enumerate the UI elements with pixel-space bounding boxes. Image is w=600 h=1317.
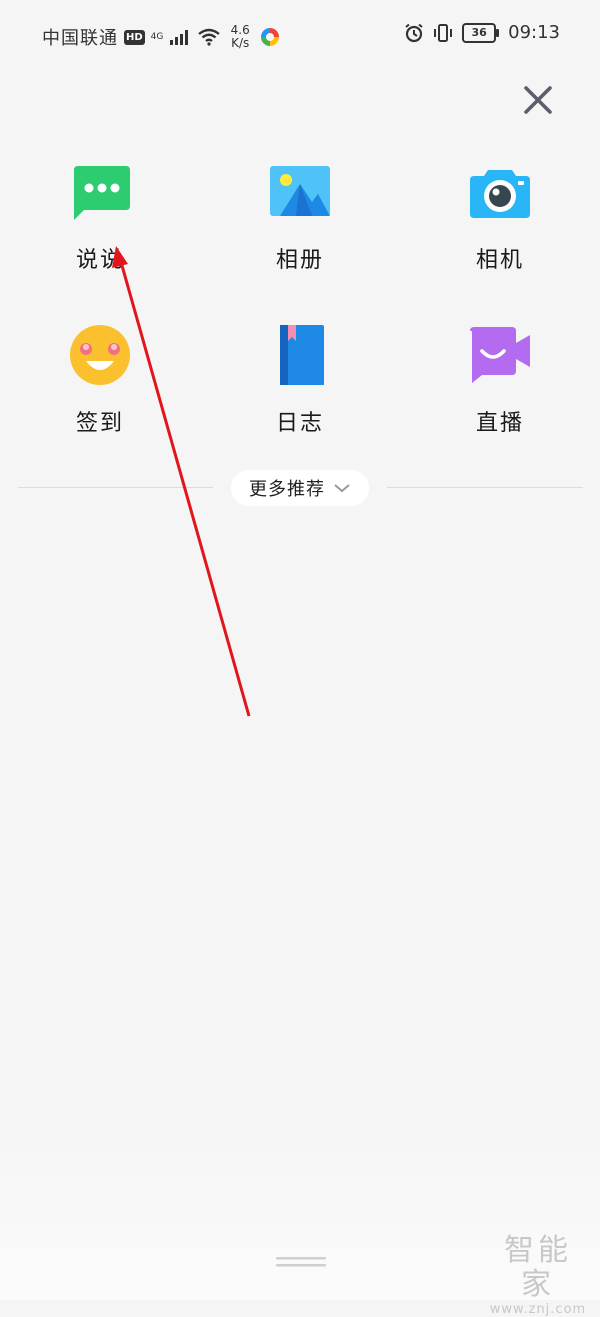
app-notification-icon — [260, 28, 279, 46]
action-label: 相机 — [475, 248, 524, 273]
hd-badge: HD — [124, 29, 145, 45]
action-label: 日志 — [275, 411, 324, 436]
battery-icon: 36 — [462, 22, 500, 43]
chat-bubble-icon — [74, 166, 130, 220]
watermark-brand: 智能家 — [504, 1233, 572, 1302]
speed-unit: K/s — [231, 36, 250, 50]
action-label: 相册 — [275, 248, 324, 273]
chevron-down-icon — [334, 484, 350, 493]
action-label: 直播 — [475, 411, 524, 436]
close-icon — [524, 86, 552, 114]
live-video-icon — [470, 327, 530, 383]
battery-level: 36 — [471, 26, 487, 39]
photo-album-icon — [270, 166, 330, 216]
speed-value: 4.6 — [230, 23, 250, 37]
action-album[interactable]: 相册 — [240, 160, 360, 274]
status-right: 36 09:13 — [404, 22, 560, 43]
action-live[interactable]: 直播 — [440, 323, 560, 437]
smiley-icon — [70, 325, 130, 385]
vibrate-icon — [434, 23, 453, 42]
action-label: 签到 — [75, 411, 124, 436]
close-button[interactable] — [518, 80, 558, 120]
carrier-name: 中国联通 — [42, 28, 118, 49]
action-shuoshuo[interactable]: 说说 — [40, 160, 160, 274]
clock-time: 09:13 — [508, 22, 560, 43]
more-label: 更多推荐 — [249, 479, 325, 500]
home-indicator[interactable] — [276, 1256, 326, 1268]
status-bar: 中国联通 HD 4G 4.6 K/s 36 09:13 — [0, 0, 600, 68]
alarm-icon — [405, 23, 423, 42]
divider-right — [387, 487, 583, 488]
signal-icon — [169, 30, 188, 45]
network-speed: 4.6 K/s — [231, 24, 250, 50]
watermark: 智能家 www.znj.com — [488, 1234, 588, 1317]
journal-book-icon — [280, 325, 324, 385]
status-left: 中国联通 HD 4G 4.6 K/s — [42, 24, 280, 50]
network-type: 4G — [150, 31, 164, 42]
action-checkin[interactable]: 签到 — [40, 323, 160, 437]
divider-left — [18, 487, 213, 488]
wifi-icon — [197, 28, 220, 46]
action-camera[interactable]: 相机 — [440, 160, 560, 274]
camera-icon — [470, 170, 530, 218]
action-journal[interactable]: 日志 — [240, 323, 360, 437]
watermark-url: www.znj.com — [489, 1302, 587, 1317]
more-recommendations-button[interactable]: 更多推荐 — [231, 470, 369, 506]
action-label: 说说 — [75, 248, 124, 273]
